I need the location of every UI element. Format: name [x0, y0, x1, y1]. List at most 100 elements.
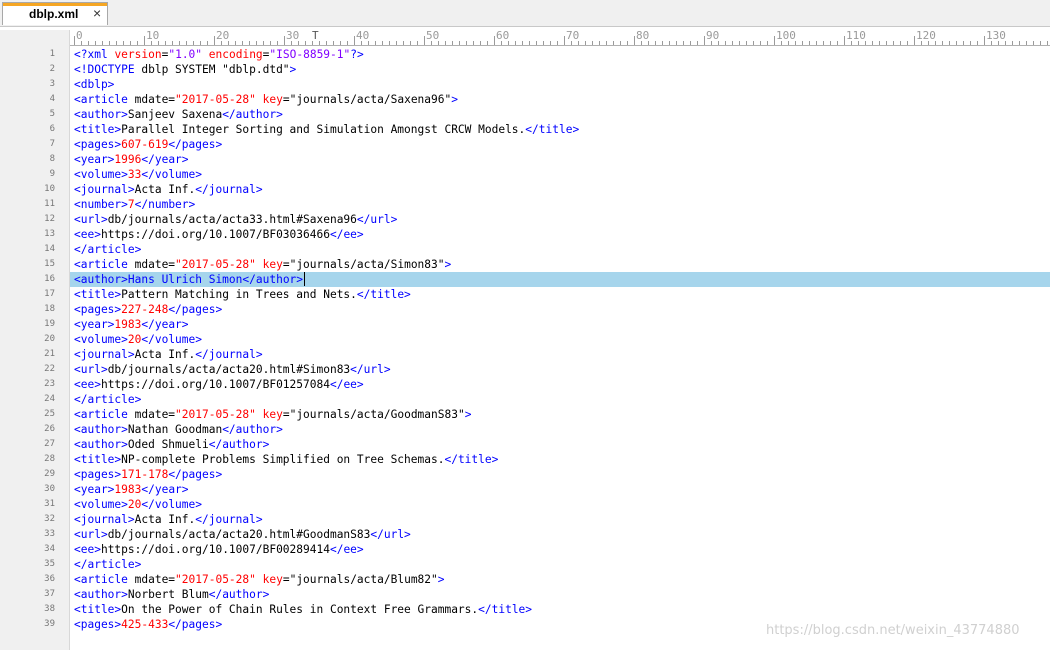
line-number[interactable]: 15 — [15, 259, 55, 269]
line-number[interactable]: 32 — [15, 514, 55, 524]
code-line[interactable]: <!DOCTYPE dblp SYSTEM "dblp.dtd"> — [70, 62, 1050, 77]
text-editor[interactable]: <?xml version="1.0" encoding="ISO-8859-1… — [70, 46, 1050, 650]
tab-title[interactable]: dblp.xml — [29, 7, 78, 21]
code-line[interactable]: <volume>20</volume> — [70, 497, 1050, 512]
line-number[interactable]: 27 — [15, 439, 55, 449]
line-number[interactable]: 31 — [15, 499, 55, 509]
code-line[interactable]: <volume>33</volume> — [70, 167, 1050, 182]
line-number[interactable]: 16 — [15, 274, 55, 284]
token-tag: <? — [74, 48, 88, 61]
line-number[interactable]: 7 — [15, 139, 55, 149]
code-line[interactable]: <title>On the Power of Chain Rules in Co… — [70, 602, 1050, 617]
line-number[interactable]: 19 — [15, 319, 55, 329]
token-text: db/journals/acta/acta20.html#GoodmanS83 — [107, 528, 371, 541]
code-line[interactable]: <article mdate="2017-05-28" key="journal… — [70, 407, 1050, 422]
line-number[interactable]: 9 — [15, 169, 55, 179]
line-number[interactable]: 24 — [15, 394, 55, 404]
ruler-label: 130 — [986, 30, 1006, 42]
ruler-tick — [452, 41, 453, 45]
code-line[interactable]: <journal>Acta Inf.</journal> — [70, 182, 1050, 197]
line-number[interactable]: 35 — [15, 559, 55, 569]
ruler-tick — [970, 41, 971, 45]
line-number[interactable]: 29 — [15, 469, 55, 479]
line-number[interactable]: 13 — [15, 229, 55, 239]
ruler-tick — [515, 41, 516, 45]
token-attr: 1983 — [114, 483, 142, 496]
line-number[interactable]: 6 — [15, 124, 55, 134]
code-line[interactable]: <title>Pattern Matching in Trees and Net… — [70, 287, 1050, 302]
code-line[interactable]: <author>Oded Shmueli</author> — [70, 437, 1050, 452]
token-tag: <article — [74, 408, 135, 421]
code-line[interactable]: <volume>20</volume> — [70, 332, 1050, 347]
line-number[interactable]: 1 — [15, 49, 55, 59]
line-number[interactable]: 26 — [15, 424, 55, 434]
code-line[interactable]: <dblp> — [70, 77, 1050, 92]
line-number[interactable]: 11 — [15, 199, 55, 209]
code-line[interactable]: <pages>607-619</pages> — [70, 137, 1050, 152]
line-number[interactable]: 28 — [15, 454, 55, 464]
token-text: Pattern Matching in Trees and Nets. — [121, 288, 357, 301]
line-number[interactable]: 34 — [15, 544, 55, 554]
code-line[interactable]: <pages>171-178</pages> — [70, 467, 1050, 482]
code-line[interactable]: <url>db/journals/acta/acta33.html#Saxena… — [70, 212, 1050, 227]
line-number[interactable]: 36 — [15, 574, 55, 584]
code-line[interactable]: <year>1983</year> — [70, 317, 1050, 332]
line-number[interactable]: 23 — [15, 379, 55, 389]
token-tag: </url> — [370, 528, 411, 541]
code-line[interactable]: <number>7</number> — [70, 197, 1050, 212]
line-number[interactable]: 12 — [15, 214, 55, 224]
ruler-label: 60 — [496, 30, 510, 42]
code-line[interactable]: <title>Parallel Integer Sorting and Simu… — [70, 122, 1050, 137]
line-number-gutter[interactable]: 1 2 3 4 5 6 7 8 9 10 11 12 13 14 15 16 17 18 19 20 21 22 23 24 2… — [0, 46, 70, 650]
line-number[interactable]: 21 — [15, 349, 55, 359]
code-line[interactable]: <author>Sanjeev Saxena</author> — [70, 107, 1050, 122]
code-line[interactable]: <article mdate="2017-05-28" key="journal… — [70, 92, 1050, 107]
code-line[interactable]: <article mdate="2017-05-28" key="journal… — [70, 257, 1050, 272]
code-line[interactable]: <journal>Acta Inf.</journal> — [70, 512, 1050, 527]
line-number[interactable]: 10 — [15, 184, 55, 194]
close-icon[interactable]: × — [93, 5, 101, 21]
line-number[interactable]: 30 — [15, 484, 55, 494]
line-number[interactable]: 3 — [15, 79, 55, 89]
code-line[interactable]: </article> — [70, 392, 1050, 407]
code-line[interactable]: </article> — [70, 242, 1050, 257]
line-number[interactable]: 25 — [15, 409, 55, 419]
token-tag: <author> — [74, 588, 128, 601]
token-tag: <journal> — [74, 513, 135, 526]
line-number[interactable]: 14 — [15, 244, 55, 254]
line-number[interactable]: 33 — [15, 529, 55, 539]
tab-dblp-xml[interactable]: dblp.xml × — [2, 2, 108, 25]
ruler-tick — [543, 41, 544, 45]
code-line[interactable]: <ee>https://doi.org/10.1007/BF03036466</… — [70, 227, 1050, 242]
current-line[interactable]: <author>Hans Ulrich Simon</author> — [70, 272, 1050, 287]
code-line[interactable]: <journal>Acta Inf.</journal> — [70, 347, 1050, 362]
line-number[interactable]: 37 — [15, 589, 55, 599]
line-number[interactable]: 4 — [15, 94, 55, 104]
line-number[interactable]: 39 — [15, 619, 55, 629]
token-attr: 227-248 — [121, 303, 169, 316]
code-line[interactable]: <url>db/journals/acta/acta20.html#Goodma… — [70, 527, 1050, 542]
code-line[interactable]: <url>db/journals/acta/acta20.html#Simon8… — [70, 362, 1050, 377]
code-line[interactable]: <ee>https://doi.org/10.1007/BF00289414</… — [70, 542, 1050, 557]
code-line[interactable]: <?xml version="1.0" encoding="ISO-8859-1… — [70, 47, 1050, 62]
token-attr: 20 — [127, 498, 142, 511]
line-number[interactable]: 22 — [15, 364, 55, 374]
line-number[interactable]: 8 — [15, 154, 55, 164]
line-number[interactable]: 20 — [15, 334, 55, 344]
code-line[interactable]: </article> — [70, 557, 1050, 572]
code-line[interactable]: <ee>https://doi.org/10.1007/BF01257084</… — [70, 377, 1050, 392]
code-line[interactable]: <author>Norbert Blum</author> — [70, 587, 1050, 602]
code-text: </article> — [74, 242, 141, 257]
line-number[interactable]: 38 — [15, 604, 55, 614]
code-line[interactable]: <author>Nathan Goodman</author> — [70, 422, 1050, 437]
line-number[interactable]: 2 — [15, 64, 55, 74]
line-number[interactable]: 17 — [15, 289, 55, 299]
code-line[interactable]: <title>NP-complete Problems Simplified o… — [70, 452, 1050, 467]
token-text: ="journals/acta/Saxena96" — [282, 93, 452, 106]
line-number[interactable]: 5 — [15, 109, 55, 119]
code-line[interactable]: <pages>227-248</pages> — [70, 302, 1050, 317]
code-line[interactable]: <year>1996</year> — [70, 152, 1050, 167]
code-line[interactable]: <year>1983</year> — [70, 482, 1050, 497]
line-number[interactable]: 18 — [15, 304, 55, 314]
code-line[interactable]: <article mdate="2017-05-28" key="journal… — [70, 572, 1050, 587]
